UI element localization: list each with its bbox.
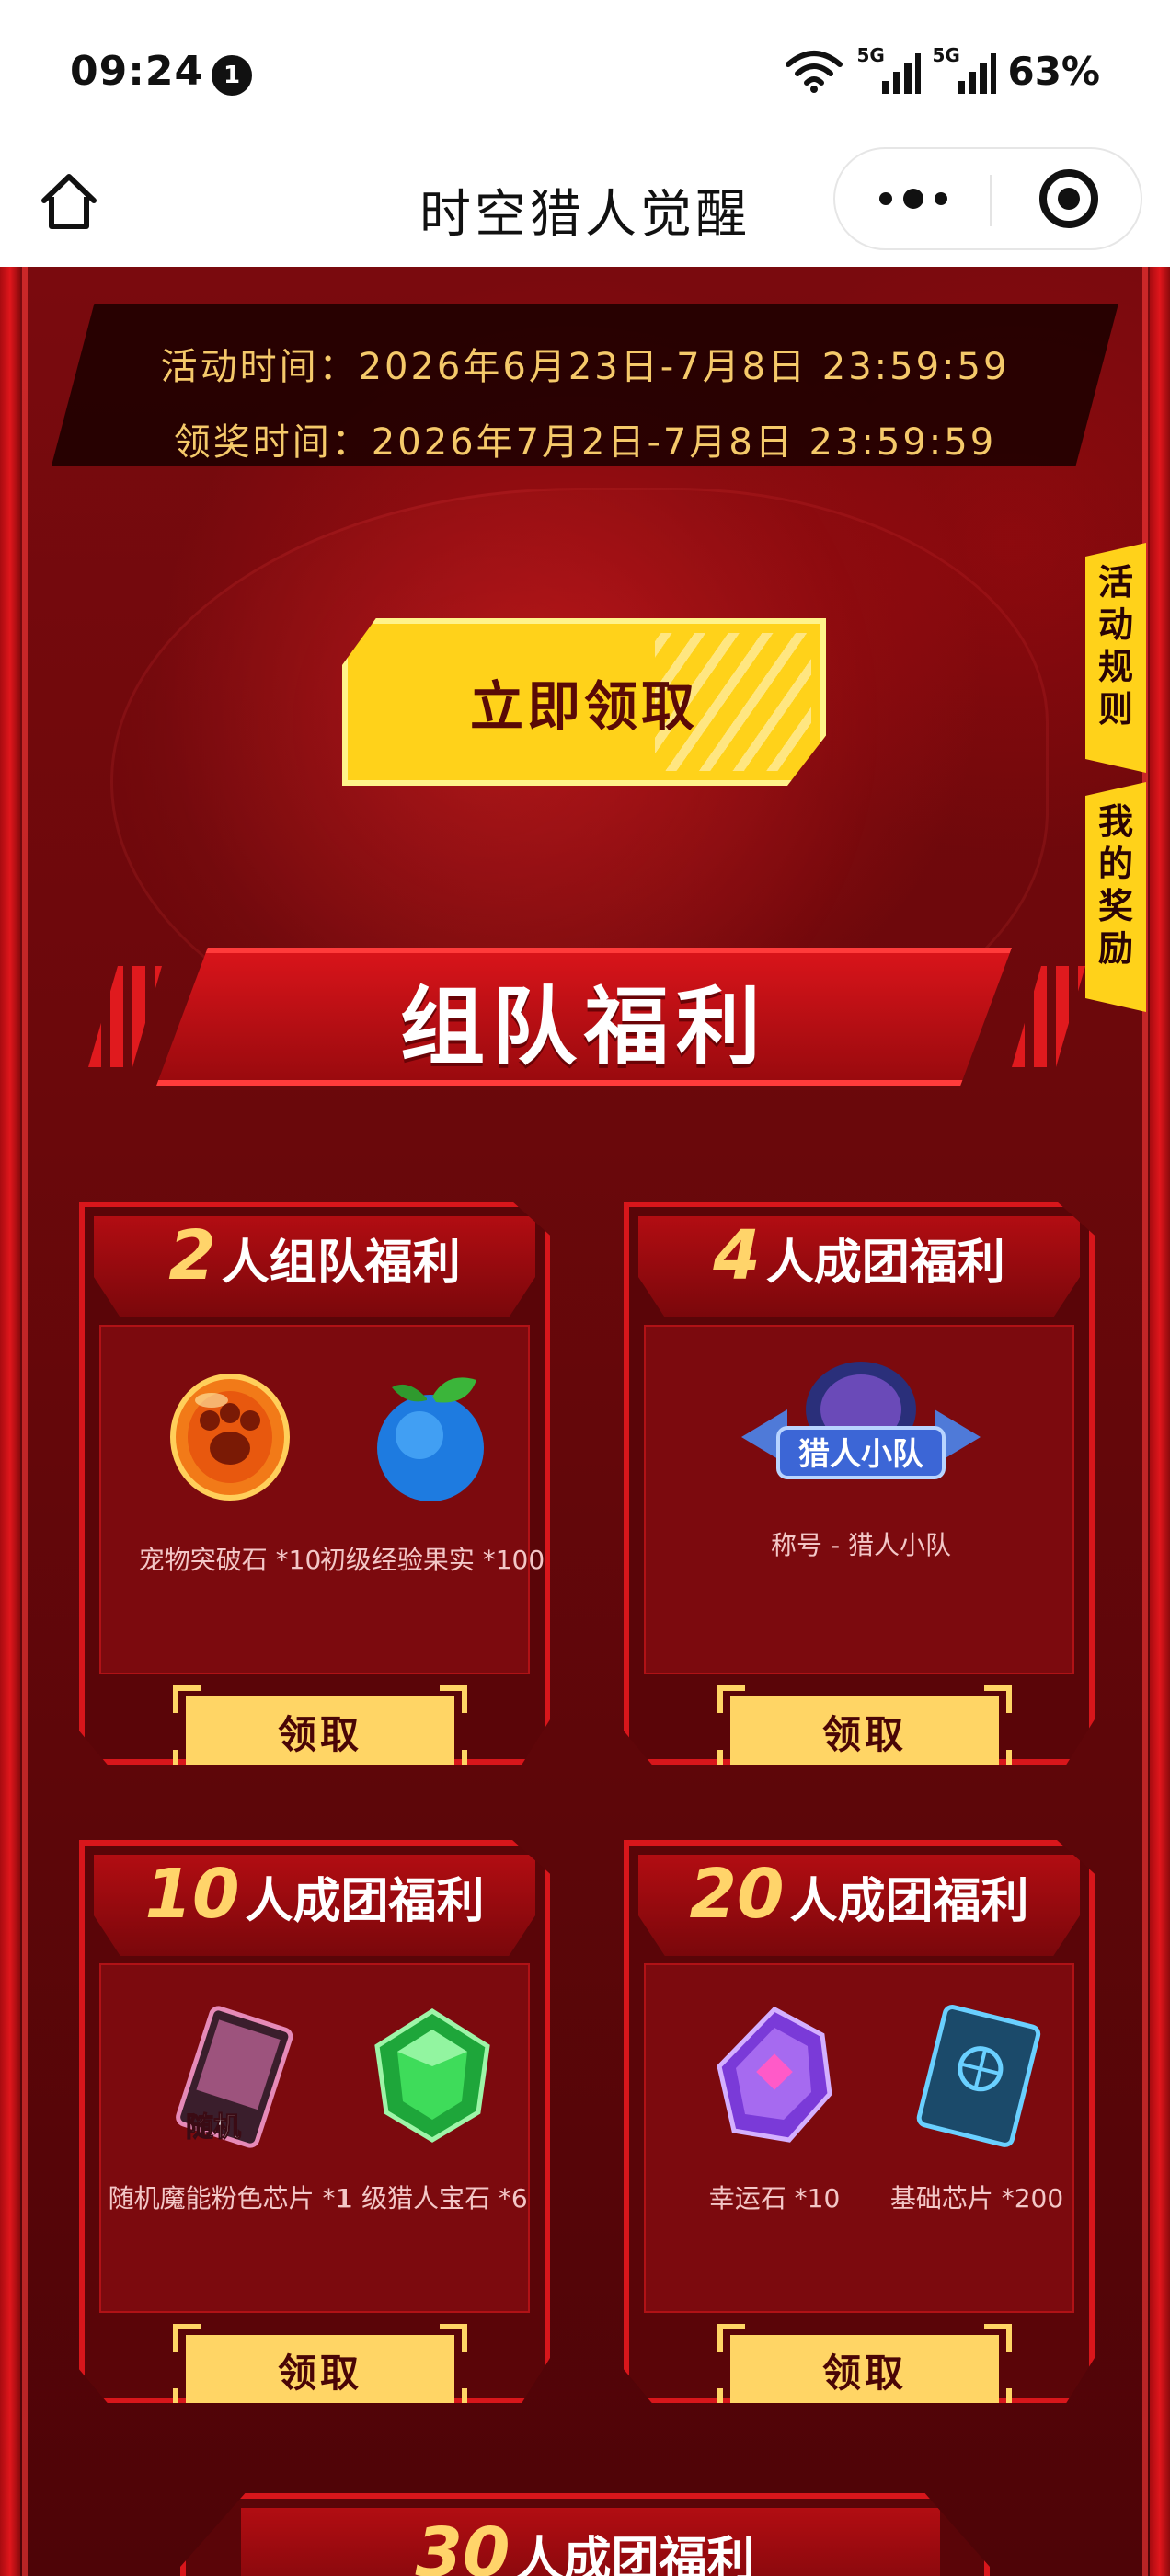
card-body: 猎人小队 称号 - 猎人小队 [644, 1325, 1074, 1674]
status-time: 09:24 [70, 48, 204, 95]
random-chip-icon: 随机 [176, 2006, 293, 2148]
reward-item: 1 级猎人宝石 *6 [322, 2002, 543, 2214]
status-indicators: 5G 5G 63% [785, 44, 1100, 94]
reward-card-20: 20 人成团福利 幸运石 *10 基础芯片 *200 领取 [624, 1840, 1095, 2403]
card-body: 随机 随机魔能粉色芯片 *1 1 级猎人宝石 *6 [99, 1963, 530, 2313]
banner-wing-left [88, 966, 162, 1067]
receive-button[interactable]: 领取 [173, 1685, 467, 1765]
reward-item: 初级经验果实 *100 [320, 1363, 545, 1575]
card-title: 30 人成团福利 [415, 2513, 755, 2576]
exp-fruit-icon [377, 1377, 484, 1501]
close-target-icon[interactable] [1039, 169, 1098, 228]
hunter-squad-title-icon: 猎人小队 [741, 1362, 981, 1479]
more-icon[interactable] [879, 180, 962, 217]
pet-breakthrough-stone-icon [170, 1374, 290, 1501]
card-title: 10 人成团福利 [144, 1855, 485, 1934]
event-page: 活动时间：2026年6月23日-7月8日 23:59:59 领奖时间：2026年… [0, 267, 1170, 2576]
reward-label: 初级经验果实 *100 [319, 1545, 545, 1575]
card-body: 幸运石 *10 基础芯片 *200 [644, 1963, 1074, 2313]
frame-right [1142, 267, 1170, 2576]
reward-label: 1 级猎人宝石 *6 [337, 2183, 528, 2214]
reward-card-4: 4 人成团福利 猎人小队 称号 - 猎人小队 领取 [624, 1202, 1095, 1765]
capsule-divider [990, 175, 992, 226]
card-title: 20 人成团福利 [689, 1855, 1029, 1934]
banner-wing-right [1012, 966, 1085, 1067]
event-time-box: 活动时间：2026年6月23日-7月8日 23:59:59 领奖时间：2026年… [52, 304, 1118, 466]
nav-bar: 时空猎人觉醒 [0, 147, 1170, 267]
rules-tab[interactable]: 活动规则 [1085, 543, 1146, 773]
claim-now-label: 立即领取 [469, 675, 698, 738]
reward-item: 猎人小队 称号 - 猎人小队 [741, 1345, 981, 1575]
my-rewards-tab[interactable]: 我的奖励 [1085, 782, 1146, 1012]
miniprogram-capsule [833, 147, 1142, 250]
basic-chip-icon [916, 2005, 1041, 2147]
notification-badge: 1 [212, 55, 252, 96]
receive-button[interactable]: 领取 [717, 2324, 1012, 2403]
signal-icon: 5G [932, 44, 997, 94]
section-title: 组队福利 [399, 978, 768, 1076]
receive-label: 领取 [730, 2335, 999, 2403]
lucky-stone-icon [717, 2006, 832, 2143]
reward-card-10: 10 人成团福利 随机 随机魔能粉色芯片 *1 1 级猎人宝石 *6 领取 [79, 1840, 550, 2403]
reward-card-2: 2 人组队福利 宠物突破石 *10 初级经验果实 *100 领取 [79, 1202, 550, 1765]
receive-button[interactable]: 领取 [173, 2324, 467, 2403]
battery-level: 63% [1007, 48, 1100, 94]
signal-icon: 5G [856, 44, 922, 94]
receive-label: 领取 [730, 1696, 999, 1765]
claim-time: 领奖时间：2026年7月2日-7月8日 23:59:59 [173, 421, 997, 464]
card-body: 宠物突破石 *10 初级经验果实 *100 [99, 1325, 545, 1674]
signal-label: 5G [932, 44, 960, 66]
reward-label: 基础芯片 *200 [889, 2183, 1064, 2214]
svg-text:猎人小队: 猎人小队 [798, 1436, 924, 1473]
hunter-gem-icon [374, 2008, 490, 2143]
wifi-icon [786, 51, 843, 93]
status-bar: 09:24 1 5G 5G 63% [0, 0, 1170, 147]
card-title: 4 人成团福利 [713, 1216, 1005, 1295]
receive-label: 领取 [186, 1696, 454, 1765]
frame-left [0, 267, 28, 2576]
card-title: 2 人组队福利 [168, 1216, 461, 1295]
claim-now-button[interactable]: 立即领取 [342, 618, 826, 786]
svg-text:随机: 随机 [186, 2111, 241, 2144]
reward-label: 称号 - 猎人小队 [771, 1530, 951, 1560]
reward-item: 基础芯片 *200 [866, 2002, 1087, 2214]
signal-label: 5G [856, 44, 885, 66]
receive-label: 领取 [186, 2335, 454, 2403]
activity-time: 活动时间：2026年6月23日-7月8日 23:59:59 [160, 346, 1010, 388]
reward-card-30: 30 人成团福利 [180, 2493, 990, 2576]
receive-button[interactable]: 领取 [717, 1685, 1012, 1765]
